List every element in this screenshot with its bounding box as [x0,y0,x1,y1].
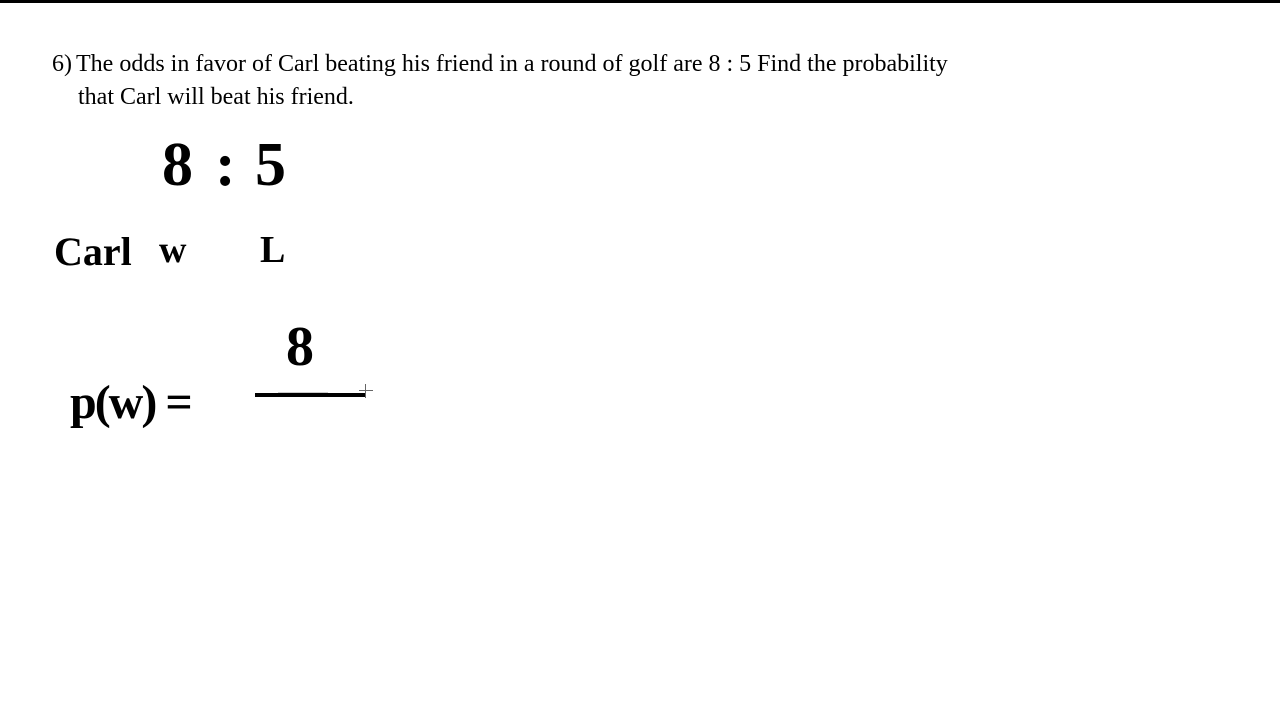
problem-text-line1: The odds in favor of Carl beating his fr… [76,51,948,77]
problem-statement: 6) The odds in favor of Carl beating his… [52,48,1220,111]
problem-text-line2: that Carl will beat his friend. [78,84,1220,111]
problem-number: 6) [52,51,72,77]
label-carl: Carl [54,228,132,275]
label-win: w [159,228,186,272]
label-lose: L [260,228,285,272]
handwriting-area: 8 : 5 Carl w L p(w) = 8 [50,120,450,520]
odds-left: 8 [162,130,193,201]
odds-colon: : [215,130,236,201]
cursor-icon [359,384,373,398]
odds-right: 5 [255,130,286,201]
fraction-line [255,393,365,397]
prob-expression: p(w) = [70,375,191,430]
fraction-numerator: 8 [286,315,314,379]
border-top [0,0,1280,3]
